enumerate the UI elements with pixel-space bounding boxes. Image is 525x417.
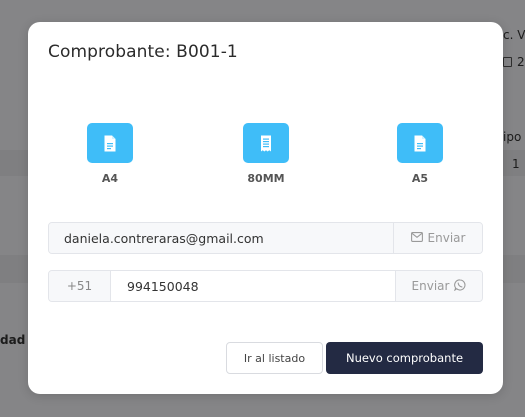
email-input[interactable] bbox=[49, 223, 393, 253]
go-to-list-button[interactable]: Ir al listado bbox=[226, 342, 323, 374]
whatsapp-row: +51 Enviar bbox=[48, 270, 483, 302]
phone-prefix: +51 bbox=[49, 271, 111, 301]
send-email-label: Enviar bbox=[427, 231, 466, 245]
new-receipt-button[interactable]: Nuevo comprobante bbox=[326, 342, 483, 374]
send-email-button[interactable]: Enviar bbox=[393, 223, 482, 253]
document-icon bbox=[397, 123, 443, 163]
receipt-icon bbox=[243, 123, 289, 163]
phone-input[interactable] bbox=[111, 271, 395, 301]
send-whatsapp-label: Enviar bbox=[411, 279, 450, 293]
email-row: Enviar bbox=[48, 222, 483, 254]
whatsapp-icon bbox=[454, 278, 466, 294]
format-80mm-button[interactable]: 80MM bbox=[221, 123, 311, 185]
format-a4-button[interactable]: A4 bbox=[65, 123, 155, 185]
modal-title: Comprobante: B001-1 bbox=[48, 42, 238, 62]
format-a4-label: A4 bbox=[101, 172, 119, 185]
receipt-modal: Comprobante: B001-1 A4 80MM A5 daniela.c… bbox=[28, 22, 503, 394]
format-a5-button[interactable]: A5 bbox=[375, 123, 465, 185]
format-a5-label: A5 bbox=[411, 172, 429, 185]
format-80mm-label: 80MM bbox=[247, 172, 285, 185]
send-whatsapp-button[interactable]: Enviar bbox=[395, 271, 482, 301]
document-icon bbox=[87, 123, 133, 163]
mail-icon bbox=[410, 231, 423, 245]
